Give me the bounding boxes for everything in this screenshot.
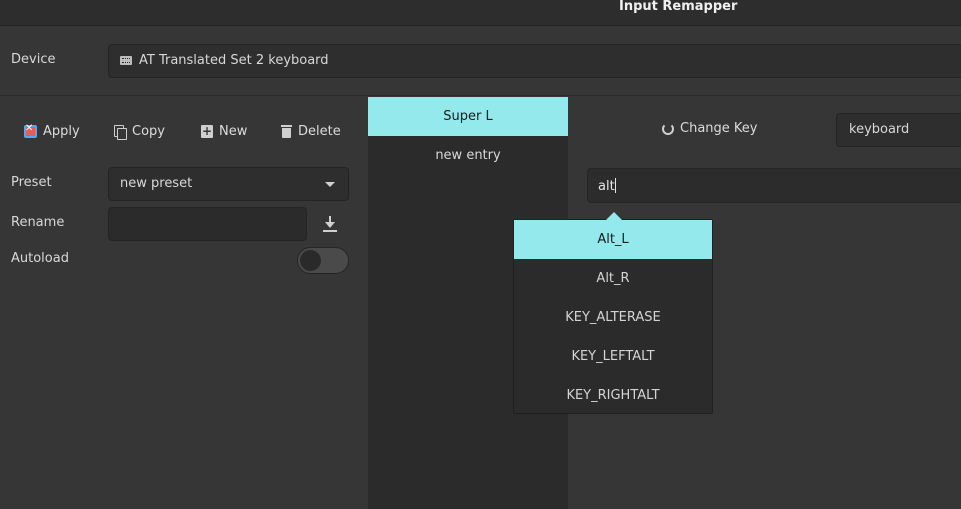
mapping-item-super-l[interactable]: Super L — [368, 97, 568, 136]
output-key-value: alt — [598, 179, 615, 194]
copy-button-label: Copy — [132, 123, 165, 139]
save-preset-icon[interactable] — [323, 216, 337, 232]
change-key-button[interactable]: Change Key — [662, 121, 757, 136]
suggestion-item[interactable]: KEY_ALTERASE — [514, 298, 712, 337]
title-bar: Input Remapper — [0, 0, 961, 26]
new-button-label: New — [219, 123, 248, 139]
autocomplete-popover: Alt_L Alt_R KEY_ALTERASE KEY_LEFTALT KEY… — [513, 212, 713, 415]
chevron-down-icon — [325, 182, 335, 187]
change-key-label: Change Key — [680, 121, 758, 136]
device-label: Device — [11, 52, 56, 67]
trash-icon — [281, 124, 292, 138]
device-select[interactable]: AT Translated Set 2 keyboard — [108, 44, 961, 78]
copy-button[interactable]: Copy — [114, 121, 165, 141]
preset-panel: Apply Copy + New Delete Preset new prese… — [0, 97, 368, 509]
mapping-item-new-entry[interactable]: new entry — [368, 136, 568, 175]
delete-button-label: Delete — [298, 123, 341, 139]
preset-select[interactable]: new preset — [108, 167, 349, 201]
window-title: Input Remapper — [619, 0, 738, 14]
device-select-value: AT Translated Set 2 keyboard — [139, 53, 329, 68]
text-caret — [614, 178, 616, 193]
device-row: Device AT Translated Set 2 keyboard — [0, 26, 961, 96]
apply-icon — [24, 123, 37, 138]
apply-button[interactable]: Apply — [24, 121, 80, 141]
preset-label: Preset — [11, 175, 52, 190]
copy-icon — [114, 124, 127, 140]
suggestion-item[interactable]: KEY_LEFTALT — [514, 337, 712, 376]
suggestion-item[interactable]: Alt_R — [514, 259, 712, 298]
autoload-toggle[interactable] — [297, 247, 349, 274]
rename-input[interactable] — [108, 207, 307, 241]
output-key-input[interactable]: alt — [587, 168, 961, 203]
target-type-select[interactable]: keyboard — [836, 113, 961, 147]
target-type-value: keyboard — [849, 122, 910, 137]
refresh-icon — [662, 122, 674, 135]
autoload-label: Autoload — [11, 251, 69, 266]
new-icon: + — [201, 123, 213, 138]
suggestion-item[interactable]: KEY_RIGHTALT — [514, 376, 712, 415]
preset-select-value: new preset — [120, 176, 193, 191]
rename-label: Rename — [11, 215, 65, 230]
apply-button-label: Apply — [43, 123, 80, 139]
popover-arrow — [606, 212, 622, 220]
toggle-knob — [300, 250, 321, 271]
delete-button[interactable]: Delete — [281, 121, 341, 141]
keyboard-icon — [120, 56, 132, 65]
suggestion-item[interactable]: Alt_L — [514, 220, 712, 259]
new-button[interactable]: + New — [201, 121, 247, 141]
